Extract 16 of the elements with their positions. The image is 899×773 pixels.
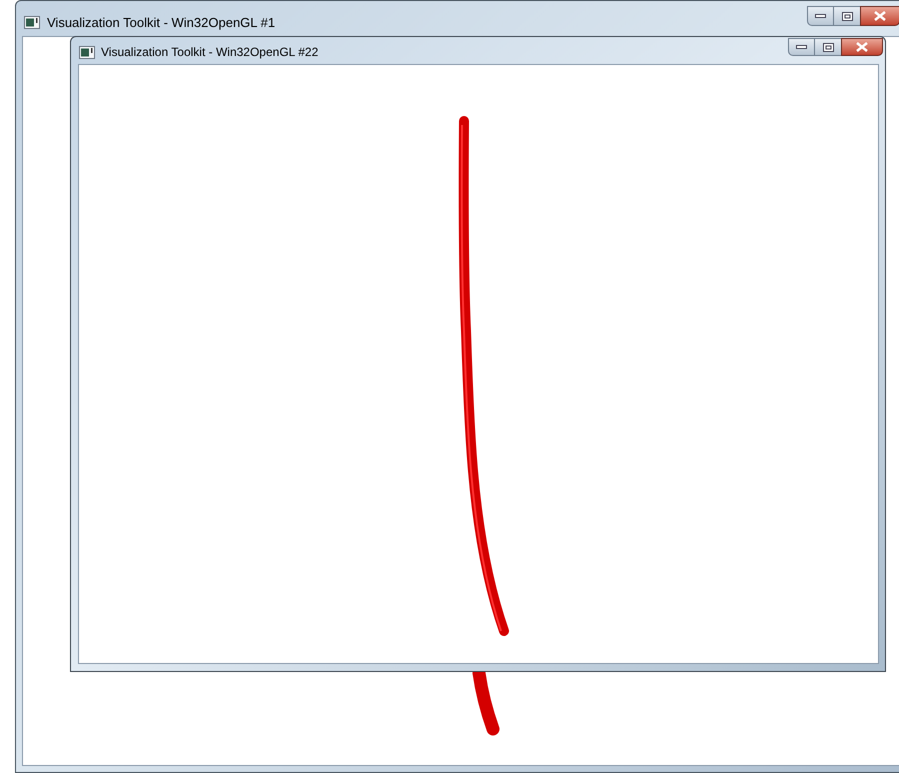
- close-button[interactable]: [860, 6, 899, 26]
- minimize-button[interactable]: [788, 38, 815, 56]
- maximize-icon: [842, 12, 852, 20]
- minimize-button[interactable]: [807, 6, 834, 26]
- app-icon: [24, 16, 40, 30]
- maximize-button[interactable]: [815, 38, 841, 56]
- close-icon: [856, 42, 868, 52]
- maximize-icon: [822, 42, 834, 52]
- close-icon: [874, 11, 886, 21]
- window-title: Visualization Toolkit - Win32OpenGL #1: [47, 14, 276, 32]
- minimize-icon: [815, 14, 826, 18]
- maximize-button[interactable]: [834, 6, 860, 26]
- window-title: Visualization Toolkit - Win32OpenGL #22: [101, 44, 318, 61]
- app-icon: [79, 46, 95, 58]
- close-button[interactable]: [841, 38, 883, 56]
- minimize-icon: [796, 45, 807, 49]
